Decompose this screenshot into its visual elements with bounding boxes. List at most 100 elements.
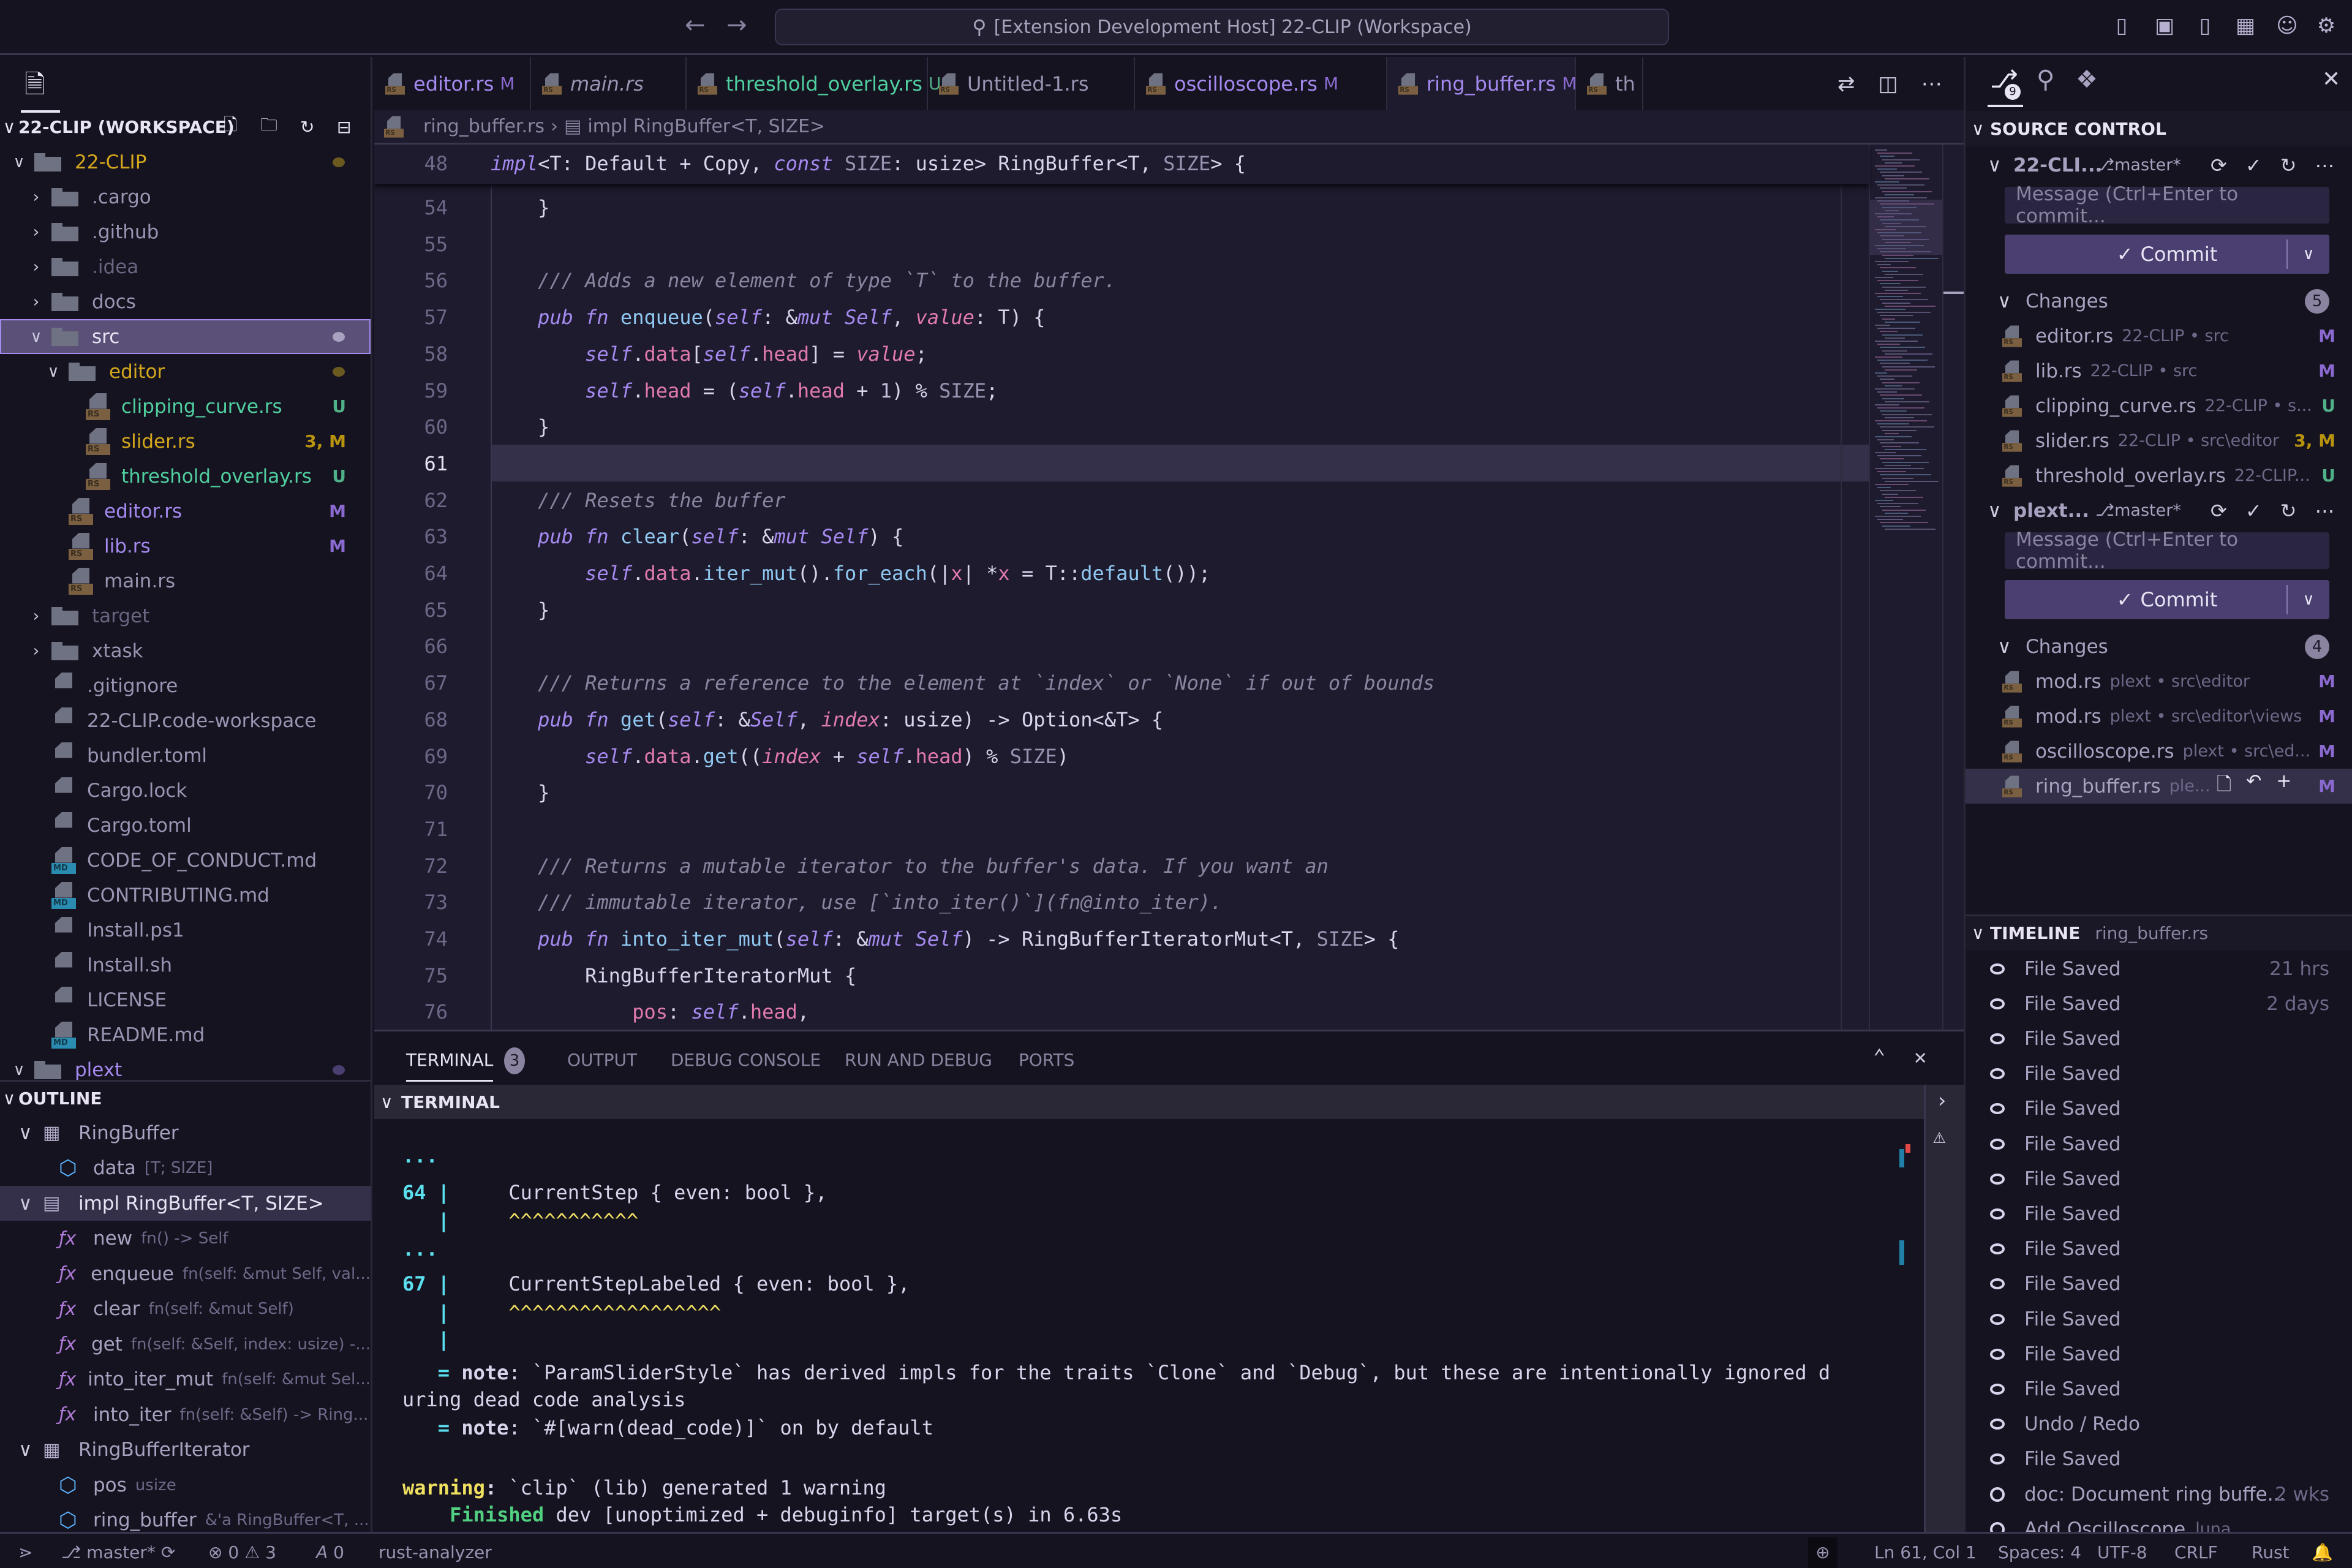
timeline-item[interactable]: File Saved [1966,1126,2352,1161]
outline-item[interactable]: ⬡ data [T; SIZE] [0,1151,371,1186]
file-item[interactable]: MD CODE_OF_CONDUCT.md [0,843,371,878]
outline-header[interactable]: ∨ OUTLINE [0,1080,371,1115]
outline-item[interactable]: ∨ ▦ RingBufferIterator [0,1433,371,1468]
outline-item[interactable]: ⬡ pos usize [0,1468,371,1502]
folder-item[interactable]: › .idea [0,249,371,284]
sticky-scroll-header[interactable]: 48 impl<T: Default + Copy, const SIZE: u… [374,145,1869,184]
panel-tab-run-and-debug[interactable]: RUN AND DEBUG [845,1050,992,1070]
repo-branch[interactable]: master* [2114,156,2181,175]
account-icon[interactable]: ☺ [2275,13,2299,38]
commit-message-input[interactable]: Message (Ctrl+Enter to commit... [2005,183,2329,227]
outline-item[interactable]: ƒx enqueue fn(self: &mut Self, val... [0,1256,371,1291]
more-actions-icon[interactable]: ⋯ [2315,154,2334,177]
commit-check-icon[interactable]: ✓ [2245,154,2262,177]
indentation[interactable]: Spaces: 4 [1998,1542,2081,1562]
panel-tab-debug-console[interactable]: DEBUG CONSOLE [671,1050,821,1070]
changed-file[interactable]: RS lib.rs 22-CLIP • src M [1966,353,2352,388]
more-actions-icon[interactable]: ⋯ [2315,499,2334,522]
workspace-header[interactable]: ∨ 22-CLIP (WORKSPACE) 🗋 🗀 ↻ ⊟ [0,109,371,145]
close-panel-icon[interactable]: ✕ [1914,1045,1926,1069]
timeline-item[interactable]: File Saved [1966,1302,2352,1336]
branch-label[interactable]: ⎇master* [2095,501,2181,520]
file-item[interactable]: Install.ps1 [0,913,371,948]
refresh-icon[interactable]: ↻ [2280,499,2297,522]
toggle-primary-sidebar-icon[interactable]: ▯ [2109,13,2134,38]
timeline-item[interactable]: Undo / Redo [1966,1407,2352,1442]
notifications-bell-icon[interactable]: 🔔 [2312,1542,2333,1562]
changes-group[interactable]: ∨ Changes 4 [1966,629,2352,664]
timeline-item[interactable]: File Saved [1966,1196,2352,1231]
commit-dropdown-icon[interactable]: ∨ [2286,585,2329,614]
more-actions-icon[interactable]: ⋯ [1921,72,1942,96]
file-item[interactable]: RS threshold_overlay.rs U [0,459,371,494]
editor-tab[interactable]: RS th [1576,57,1643,110]
branch-label[interactable]: ⎇master* [2095,156,2181,175]
split-editor-icon[interactable]: ◫ [1879,72,1898,96]
refresh-icon[interactable]: ↻ [300,117,314,137]
changed-file[interactable]: RS mod.rs plext • src\editor\views M [1966,699,2352,734]
changed-file[interactable]: RS oscilloscope.rs plext • src\ed... M [1966,734,2352,769]
source-control-header[interactable]: ∨ SOURCE CONTROL [1966,111,2352,146]
panel-tab-output[interactable]: OUTPUT [567,1050,637,1070]
outline-item[interactable]: ƒx into_iter_mut fn(self: &mut Sel... [0,1362,371,1397]
new-file-icon[interactable]: 🗋 [224,112,238,141]
folder-item[interactable]: › xtask [0,633,371,668]
repo-branch[interactable]: master* [2114,501,2181,520]
file-item[interactable]: Cargo.toml [0,808,371,843]
new-folder-icon[interactable]: 🗀 [260,112,277,141]
commit-dropdown-icon[interactable]: ∨ [2286,239,2329,269]
outline-item[interactable]: ∨ ▤ impl RingBuffer<T, SIZE> [0,1186,371,1221]
outline-item[interactable]: ƒx new fn() -> Self [0,1221,371,1256]
panel-tab-terminal[interactable]: TERMINAL [406,1050,494,1082]
changed-file[interactable]: RS editor.rs 22-CLIP • src M [1966,318,2352,353]
outline-item[interactable]: ∨ ▦ RingBuffer [0,1115,371,1150]
commit-message-input[interactable]: Message (Ctrl+Enter to commit... [2005,529,2329,573]
timeline-item[interactable]: File Saved 21 hrs [1966,951,2352,986]
editor-tab[interactable]: RS Untitled-1.rs [928,57,1135,110]
editor-tab[interactable]: RS oscilloscope.rs M [1135,57,1387,110]
folder-item[interactable]: ∨ src [0,319,371,354]
timeline-item[interactable]: File Saved [1966,1371,2352,1406]
file-item[interactable]: RS lib.rs M [0,529,371,564]
outline-item[interactable]: ƒx get fn(self: &Self, index: usize) -... [0,1327,371,1362]
file-item[interactable]: 22-CLIP.code-workspace [0,703,371,738]
timeline-item[interactable]: File Saved [1966,1232,2352,1267]
changed-file[interactable]: RS ring_buffer.rs ple... 🗋 ↶ + M [1966,769,2352,804]
ports-status[interactable]: 𝘈 0 [316,1542,344,1562]
forward-arrow-icon[interactable]: → [726,11,747,39]
code-editor[interactable]: 48 impl<T: Default + Copy, const SIZE: u… [374,145,1964,1030]
file-item[interactable]: LICENSE [0,982,371,1017]
file-item[interactable]: Cargo.lock [0,773,371,808]
zoom-icon[interactable]: ⊕ [1808,1537,1838,1568]
file-item[interactable]: RS editor.rs M [0,494,371,529]
problems-status[interactable]: ⊗ 0 ⚠ 3 [208,1542,276,1562]
toggle-panel-icon[interactable]: ▣ [2152,13,2177,38]
maximize-panel-icon[interactable]: ⌃ [1873,1045,1885,1069]
warning-icon[interactable]: ⚠ [1933,1124,1945,1148]
search-icon[interactable]: ⚲ [2037,66,2054,94]
changed-file[interactable]: RS threshold_overlay.rs 22-CLIP... U [1966,458,2352,493]
breadcrumb-file[interactable]: ring_buffer.rs [423,116,545,137]
encoding[interactable]: UTF-8 [2097,1542,2147,1562]
outline-item[interactable]: ƒx into_iter fn(self: &Self) -> Ring... [0,1397,371,1432]
manage-settings-icon[interactable]: ⚙ [2314,13,2339,38]
changed-file[interactable]: RS mod.rs plext • src\editor M [1966,664,2352,699]
sync-icon[interactable]: ⟳ [2211,499,2227,522]
refresh-icon[interactable]: ↻ [2280,154,2297,177]
command-center-search[interactable]: ⚲ [Extension Development Host] 22-CLIP (… [775,9,1669,45]
file-item[interactable]: MD README.md [0,1017,371,1052]
discard-changes-icon[interactable]: ↶ [2246,771,2261,802]
timeline-header[interactable]: ∨ TIMELINE ring_buffer.rs [1966,914,2352,950]
folder-item[interactable]: ∨ editor [0,354,371,389]
timeline-item[interactable]: File Saved [1966,1161,2352,1196]
branch-status[interactable]: ⎇ master* ⟳ [61,1542,175,1562]
remote-icon[interactable]: ⋗ [18,1542,32,1562]
timeline-item[interactable]: File Saved [1966,1021,2352,1056]
language-server-status[interactable]: rust-analyzer [379,1542,492,1562]
close-sidebar-icon[interactable]: ✕ [2322,67,2340,92]
customize-layout-icon[interactable]: ▦ [2233,13,2258,38]
folder-item[interactable]: › docs [0,284,371,319]
sync-icon[interactable]: ⟳ [2211,154,2227,177]
repo-header[interactable]: ∨ 22-CLI... ⎇master* ⟳ ✓ ↻ ⋯ [1966,148,2352,183]
terminal-section-header[interactable]: ∨ TERMINAL [374,1085,1924,1119]
